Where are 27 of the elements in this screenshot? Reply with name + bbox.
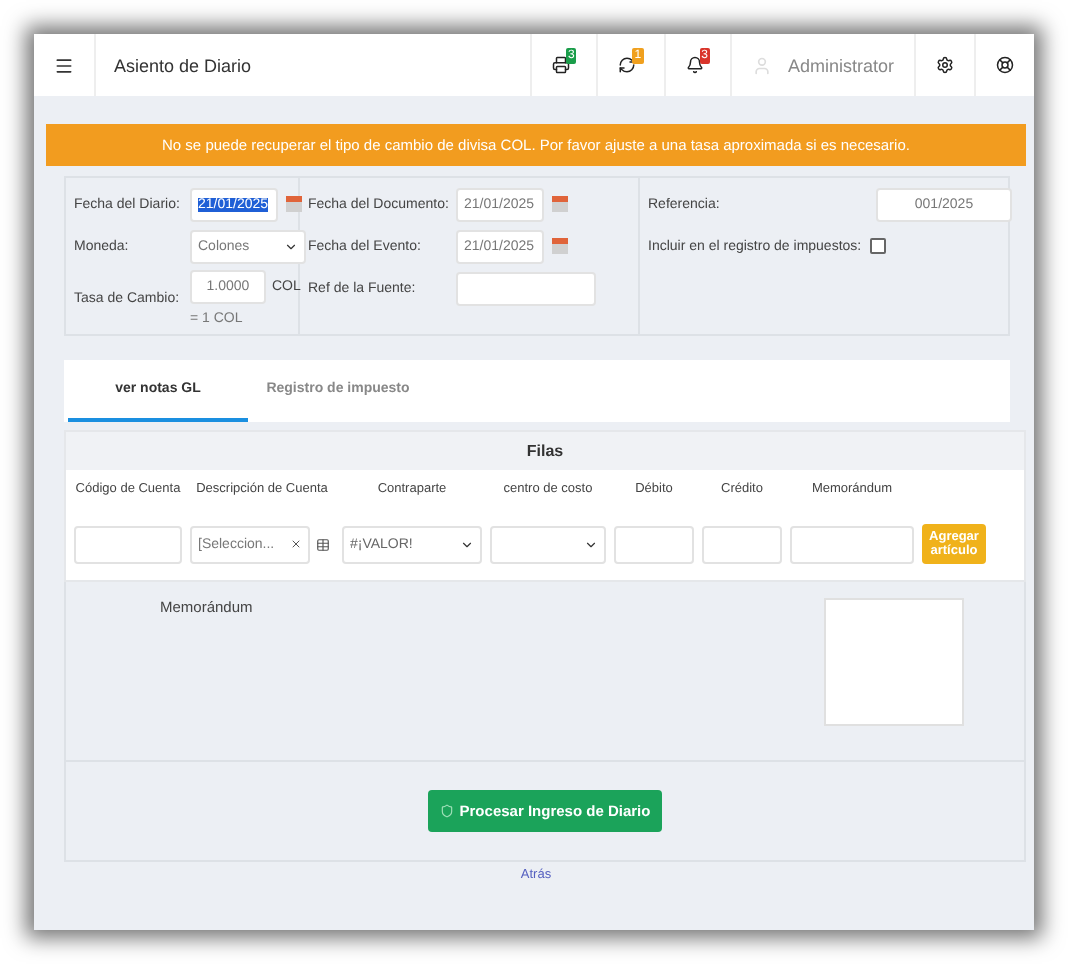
chevron-down-icon [584,537,598,551]
help-icon[interactable] [996,56,1014,74]
section-title: Filas [66,432,1024,470]
chevron-down-icon [460,537,474,551]
table-icon[interactable] [316,537,330,551]
shield-icon [439,804,454,818]
calendar-icon[interactable] [286,196,302,212]
clear-icon[interactable] [290,538,302,550]
checkbox[interactable] [869,238,886,254]
notification-icon[interactable] [618,56,637,74]
text-field[interactable] [456,271,596,305]
memo-textarea[interactable] [824,598,964,726]
notification-icon[interactable] [551,56,570,74]
user-icon [751,55,772,75]
select-field[interactable] [490,525,606,563]
page-title: Asiento de Diario [94,34,530,96]
input-field[interactable] [614,525,694,563]
menu-icon[interactable] [54,55,74,75]
notification-icon[interactable] [685,56,704,74]
settings-icon[interactable] [936,56,954,74]
chevron-down-icon [284,239,298,253]
input-field[interactable] [74,525,182,563]
calendar-icon[interactable] [552,196,568,212]
calendar-icon[interactable] [552,238,568,254]
user-name[interactable]: Administrator [787,55,894,75]
input-field[interactable] [790,525,914,563]
input-field[interactable] [702,525,782,563]
